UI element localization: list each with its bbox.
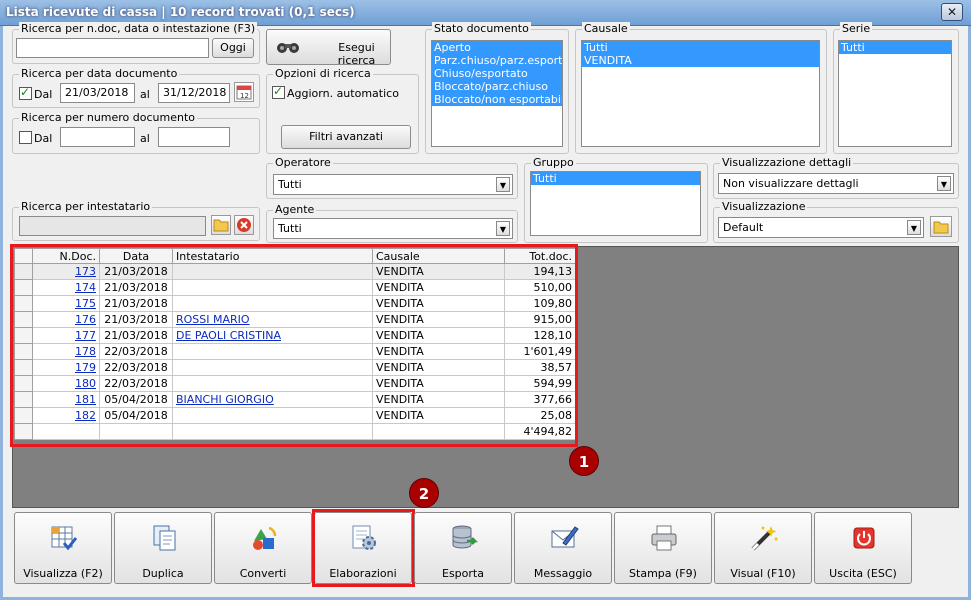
clear-icon xyxy=(237,218,251,232)
list-item[interactable]: Tutti xyxy=(839,41,951,54)
folder-icon xyxy=(933,221,949,234)
today-button[interactable]: Oggi xyxy=(212,38,254,58)
serie-list[interactable]: Tutti xyxy=(838,40,952,147)
holder-folder-button[interactable] xyxy=(211,215,231,235)
exit-button-label: Uscita (ESC) xyxy=(829,567,897,580)
details-view-legend: Visualizzazione dettagli xyxy=(720,156,854,169)
view-button-label: Visualizza (F2) xyxy=(23,567,103,580)
number-from-label: Dal xyxy=(34,132,53,145)
number-search-legend: Ricerca per numero documento xyxy=(19,111,198,124)
agente-value: Tutti xyxy=(278,222,302,235)
database-export-icon xyxy=(452,525,479,549)
holder-search-legend: Ricerca per intestatario xyxy=(19,200,153,213)
causale-list[interactable]: Tutti VENDITA xyxy=(581,40,820,147)
convert-button[interactable]: Converti xyxy=(214,512,312,584)
list-item[interactable]: Bloccato/parz.chiuso xyxy=(432,80,562,93)
window-title: Lista ricevute di cassa | 10 record trov… xyxy=(6,5,355,19)
gruppo-list[interactable]: Tutti xyxy=(530,171,701,236)
chevron-down-icon[interactable]: ▼ xyxy=(496,177,510,192)
visual-button-label: Visual (F10) xyxy=(730,567,796,580)
chevron-down-icon[interactable]: ▼ xyxy=(937,176,951,191)
number-from-input[interactable] xyxy=(60,127,135,147)
print-button[interactable]: Stampa (F9) xyxy=(614,512,712,584)
view-value: Default xyxy=(723,221,764,234)
execute-search-button[interactable]: Esegui ricerca xyxy=(266,29,391,67)
search-input[interactable] xyxy=(16,38,209,58)
binoculars-icon xyxy=(277,43,299,53)
date-to-input[interactable]: 31/12/2018 xyxy=(158,83,230,103)
export-button-label: Esporta xyxy=(442,567,484,580)
date-from-label: Dal xyxy=(34,88,53,101)
auto-update-label: Aggiorn. automatico xyxy=(287,87,399,100)
list-item[interactable]: Bloccato/non esportabile xyxy=(432,93,562,106)
power-icon xyxy=(853,527,875,549)
list-item[interactable]: VENDITA xyxy=(582,54,819,67)
chevron-down-icon[interactable]: ▼ xyxy=(496,221,510,236)
callout-badge-1: 1 xyxy=(569,446,599,476)
search-text-legend: Ricerca per n.doc, data o intestazione (… xyxy=(19,22,258,35)
svg-text:12: 12 xyxy=(240,92,249,100)
view-button[interactable]: Visualizza (F2) xyxy=(14,512,112,584)
details-view-value: Non visualizzare dettagli xyxy=(723,177,859,190)
close-button[interactable]: ✕ xyxy=(941,3,963,21)
date-from-input[interactable]: 21/03/2018 xyxy=(60,83,135,103)
duplicate-button[interactable]: Duplica xyxy=(114,512,212,584)
view-folder-button[interactable] xyxy=(930,216,952,237)
callout-badge-2: 2 xyxy=(409,478,439,508)
list-item[interactable]: Tutti xyxy=(582,41,819,54)
number-from-checkbox[interactable] xyxy=(19,131,32,144)
highlight-box-grid xyxy=(10,244,578,447)
date-to-label: al xyxy=(140,88,150,101)
chevron-down-icon[interactable]: ▼ xyxy=(907,220,921,235)
auto-update-checkbox[interactable] xyxy=(272,84,285,99)
highlight-box-processing xyxy=(312,509,415,587)
operatore-legend: Operatore xyxy=(273,156,333,169)
view-legend: Visualizzazione xyxy=(720,200,808,213)
number-to-label: al xyxy=(140,132,150,145)
printer-icon xyxy=(651,525,677,551)
exit-button[interactable]: Uscita (ESC) xyxy=(814,512,912,584)
duplicate-button-label: Duplica xyxy=(142,567,184,580)
list-item[interactable]: Tutti xyxy=(531,172,700,185)
serie-legend: Serie xyxy=(840,22,873,35)
search-options-legend: Opzioni di ricerca xyxy=(273,67,373,80)
list-item[interactable]: Aperto xyxy=(432,41,562,54)
grid-check-icon xyxy=(51,526,78,551)
date-search-legend: Ricerca per data documento xyxy=(19,67,180,80)
document-status-legend: Stato documento xyxy=(432,22,531,35)
gruppo-legend: Gruppo xyxy=(531,156,576,169)
advanced-filters-button[interactable]: Filtri avanzati xyxy=(281,125,411,149)
convert-button-label: Converti xyxy=(239,567,287,580)
document-status-list[interactable]: Aperto Parz.chiuso/parz.esportato Chiuso… xyxy=(431,40,563,147)
calendar-button[interactable]: 12 xyxy=(234,82,254,102)
visual-button[interactable]: Visual (F10) xyxy=(714,512,812,584)
holder-clear-button[interactable] xyxy=(234,215,254,235)
operatore-select[interactable]: Tutti ▼ xyxy=(273,174,513,195)
view-select[interactable]: Default ▼ xyxy=(718,217,924,238)
print-button-label: Stampa (F9) xyxy=(629,567,697,580)
magic-wand-icon xyxy=(751,526,778,551)
holder-input[interactable] xyxy=(19,216,206,236)
message-button-label: Messaggio xyxy=(533,567,593,580)
agente-select[interactable]: Tutti ▼ xyxy=(273,218,513,239)
calendar-icon: 12 xyxy=(236,85,252,100)
export-button[interactable]: Esporta xyxy=(414,512,512,584)
execute-search-label: Esegui ricerca xyxy=(337,41,376,67)
duplicate-icon xyxy=(153,525,176,551)
convert-icon xyxy=(253,526,277,550)
operatore-value: Tutti xyxy=(278,178,302,191)
agente-legend: Agente xyxy=(273,203,317,216)
list-item[interactable]: Chiuso/esportato xyxy=(432,67,562,80)
number-to-input[interactable] xyxy=(158,127,230,147)
message-button[interactable]: Messaggio xyxy=(514,512,612,584)
envelope-pen-icon xyxy=(551,526,579,548)
list-item[interactable]: Parz.chiuso/parz.esportato xyxy=(432,54,562,67)
date-from-checkbox[interactable] xyxy=(19,85,32,100)
details-view-select[interactable]: Non visualizzare dettagli ▼ xyxy=(718,173,954,194)
causale-legend: Causale xyxy=(582,22,630,35)
folder-icon xyxy=(213,219,229,232)
